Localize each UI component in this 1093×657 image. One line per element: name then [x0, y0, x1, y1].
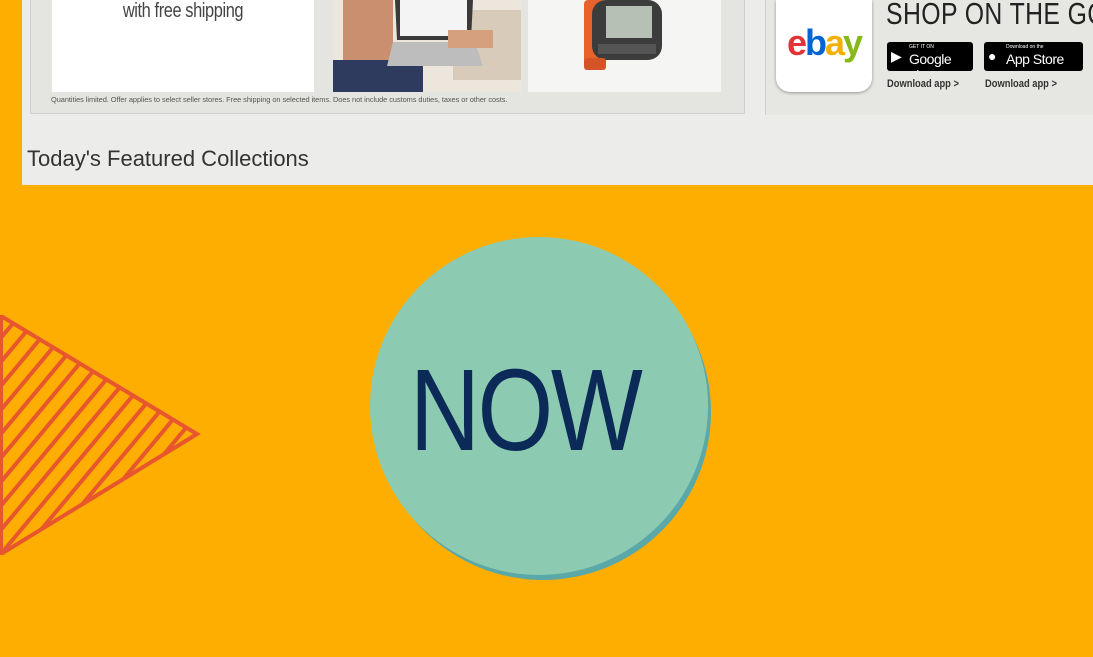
- google-play-button[interactable]: ▶ GET IT ON Google play: [887, 42, 973, 71]
- laptop-photo-icon: [333, 0, 521, 92]
- ebay-page-screenshot: with free shipping Quantities limited. O…: [22, 0, 1093, 185]
- google-play-label: Google play: [909, 51, 952, 71]
- striped-triangle-decoration: [0, 315, 201, 555]
- ebay-logo: ebay: [786, 22, 863, 63]
- promo-disclaimer: Quantities limited. Offer applies to sel…: [51, 95, 508, 104]
- promo-banner[interactable]: with free shipping Quantities limited. O…: [30, 0, 745, 114]
- apple-download-link[interactable]: Download app >: [985, 78, 1057, 90]
- google-play-small-label: GET IT ON: [909, 44, 934, 50]
- laptop-product-image[interactable]: [333, 0, 521, 92]
- mobile-app-promo: ebay SHOP ON THE GO ▶ GET IT ON Google p…: [765, 0, 1093, 115]
- free-shipping-text: with free shipping: [122, 0, 244, 22]
- free-shipping-card[interactable]: with free shipping: [52, 0, 314, 92]
- gps-watch-product-image[interactable]: [528, 0, 721, 92]
- google-play-icon: ▶: [891, 48, 902, 64]
- ebay-app-icon[interactable]: ebay: [776, 0, 872, 92]
- watch-photo-icon: [528, 0, 721, 92]
- featured-collections-heading: Today's Featured Collections: [27, 146, 309, 171]
- google-download-link[interactable]: Download app >: [887, 78, 959, 90]
- now-badge-text: NOW: [409, 345, 643, 475]
- app-store-small-label: Download on the: [1006, 44, 1044, 50]
- shop-on-the-go-title: SHOP ON THE GO: [886, 0, 1093, 31]
- app-store-button[interactable]: ● Download on the App Store: [984, 42, 1083, 71]
- apple-icon: ●: [988, 48, 997, 64]
- app-store-label: App Store: [1006, 51, 1064, 67]
